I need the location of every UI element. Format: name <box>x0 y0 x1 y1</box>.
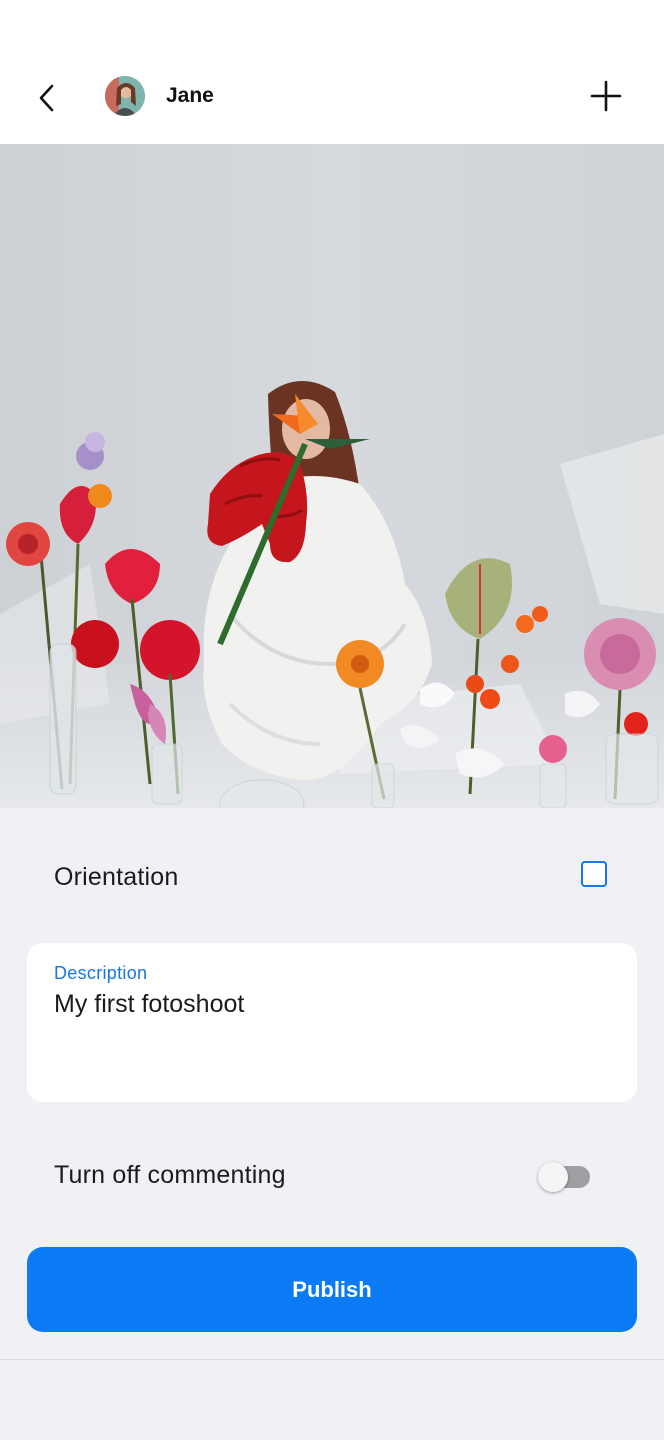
avatar[interactable] <box>105 76 145 116</box>
post-photo <box>0 144 664 808</box>
bottom-divider <box>0 1359 664 1360</box>
publish-button[interactable]: Publish <box>27 1247 637 1332</box>
turn-off-commenting-label: Turn off commenting <box>54 1161 286 1189</box>
orientation-checkbox[interactable] <box>581 861 607 887</box>
back-button[interactable] <box>24 76 68 120</box>
description-input[interactable]: My first fotoshoot <box>54 989 244 1019</box>
photo-image <box>0 144 664 808</box>
avatar-image <box>105 76 145 116</box>
app-header: Jane <box>0 48 664 144</box>
description-field[interactable]: Description My first fotoshoot <box>27 943 637 1102</box>
user-name[interactable]: Jane <box>166 84 214 108</box>
orientation-label: Orientation <box>54 863 179 891</box>
status-bar <box>0 0 664 48</box>
description-label: Description <box>54 963 148 983</box>
chevron-left-icon <box>39 84 54 112</box>
toggle-thumb <box>538 1162 568 1192</box>
turn-off-commenting-toggle[interactable] <box>538 1162 592 1192</box>
add-button[interactable] <box>584 74 628 118</box>
plus-icon <box>590 80 622 112</box>
